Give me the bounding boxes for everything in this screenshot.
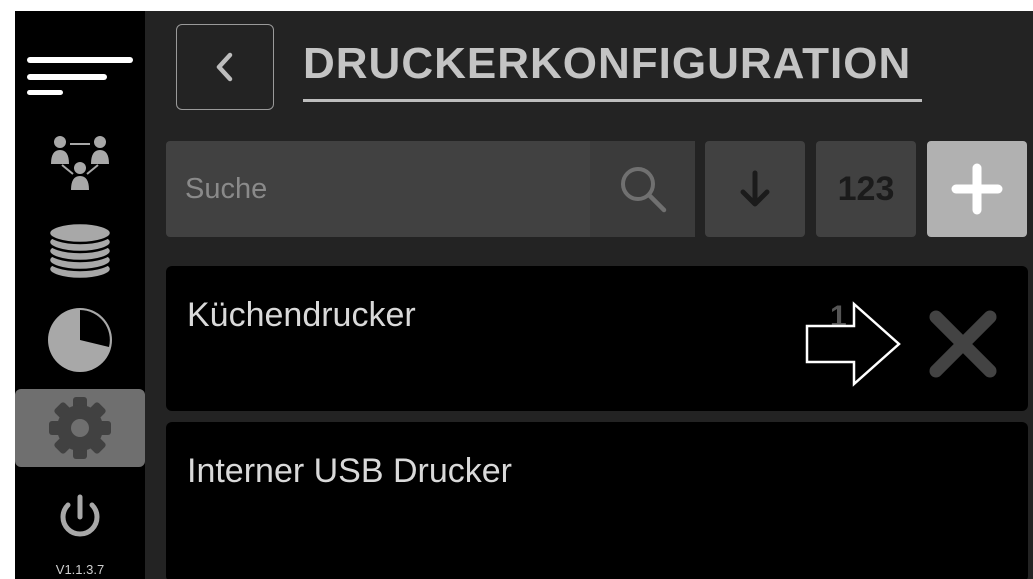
sidebar-item-users[interactable]: [15, 131, 145, 201]
gear-icon: [49, 397, 111, 459]
search-box: [166, 141, 695, 237]
title-underline: [303, 99, 922, 102]
sidebar: V1.1.3.7: [15, 11, 145, 579]
sidebar-item-statistics[interactable]: [15, 301, 145, 379]
page-title: DRUCKERKONFIGURATION: [303, 39, 912, 88]
delete-printer-button[interactable]: [918, 299, 1008, 389]
plus-icon: [951, 163, 1003, 215]
app-window: V1.1.3.7 DRUCKERKONFIGURATION Suche 123 …: [15, 11, 1033, 579]
power-button[interactable]: [15, 486, 145, 546]
hamburger-menu-icon: [27, 57, 133, 95]
pie-chart-icon: [48, 308, 112, 372]
printer-name: Interner USB Drucker: [187, 452, 512, 490]
sort-button[interactable]: [705, 141, 805, 237]
add-printer-button[interactable]: [927, 141, 1027, 237]
search-button[interactable]: [590, 141, 695, 237]
printer-name: Küchendrucker: [187, 296, 416, 334]
right-arrow-outline-icon: [805, 301, 901, 387]
sidebar-item-database[interactable]: [15, 216, 145, 286]
numeric-sort-button[interactable]: 123: [816, 141, 916, 237]
main-panel: DRUCKERKONFIGURATION 123: [145, 11, 1033, 579]
menu-button[interactable]: [15, 36, 145, 106]
back-button[interactable]: [176, 24, 274, 110]
search-input[interactable]: [166, 141, 590, 237]
version-label: V1.1.3.7: [55, 562, 105, 577]
printer-row[interactable]: Interner USB Drucker: [166, 422, 1028, 579]
power-icon: [60, 494, 100, 537]
arrow-down-icon: [740, 170, 770, 207]
close-icon: [929, 310, 997, 378]
search-icon: [620, 167, 666, 213]
user-network-icon: [51, 136, 109, 190]
database-icon: [47, 221, 113, 281]
chevron-left-icon: [216, 52, 233, 82]
printer-row[interactable]: Küchendrucker 1: [166, 266, 1028, 411]
sidebar-item-settings[interactable]: [15, 389, 145, 467]
